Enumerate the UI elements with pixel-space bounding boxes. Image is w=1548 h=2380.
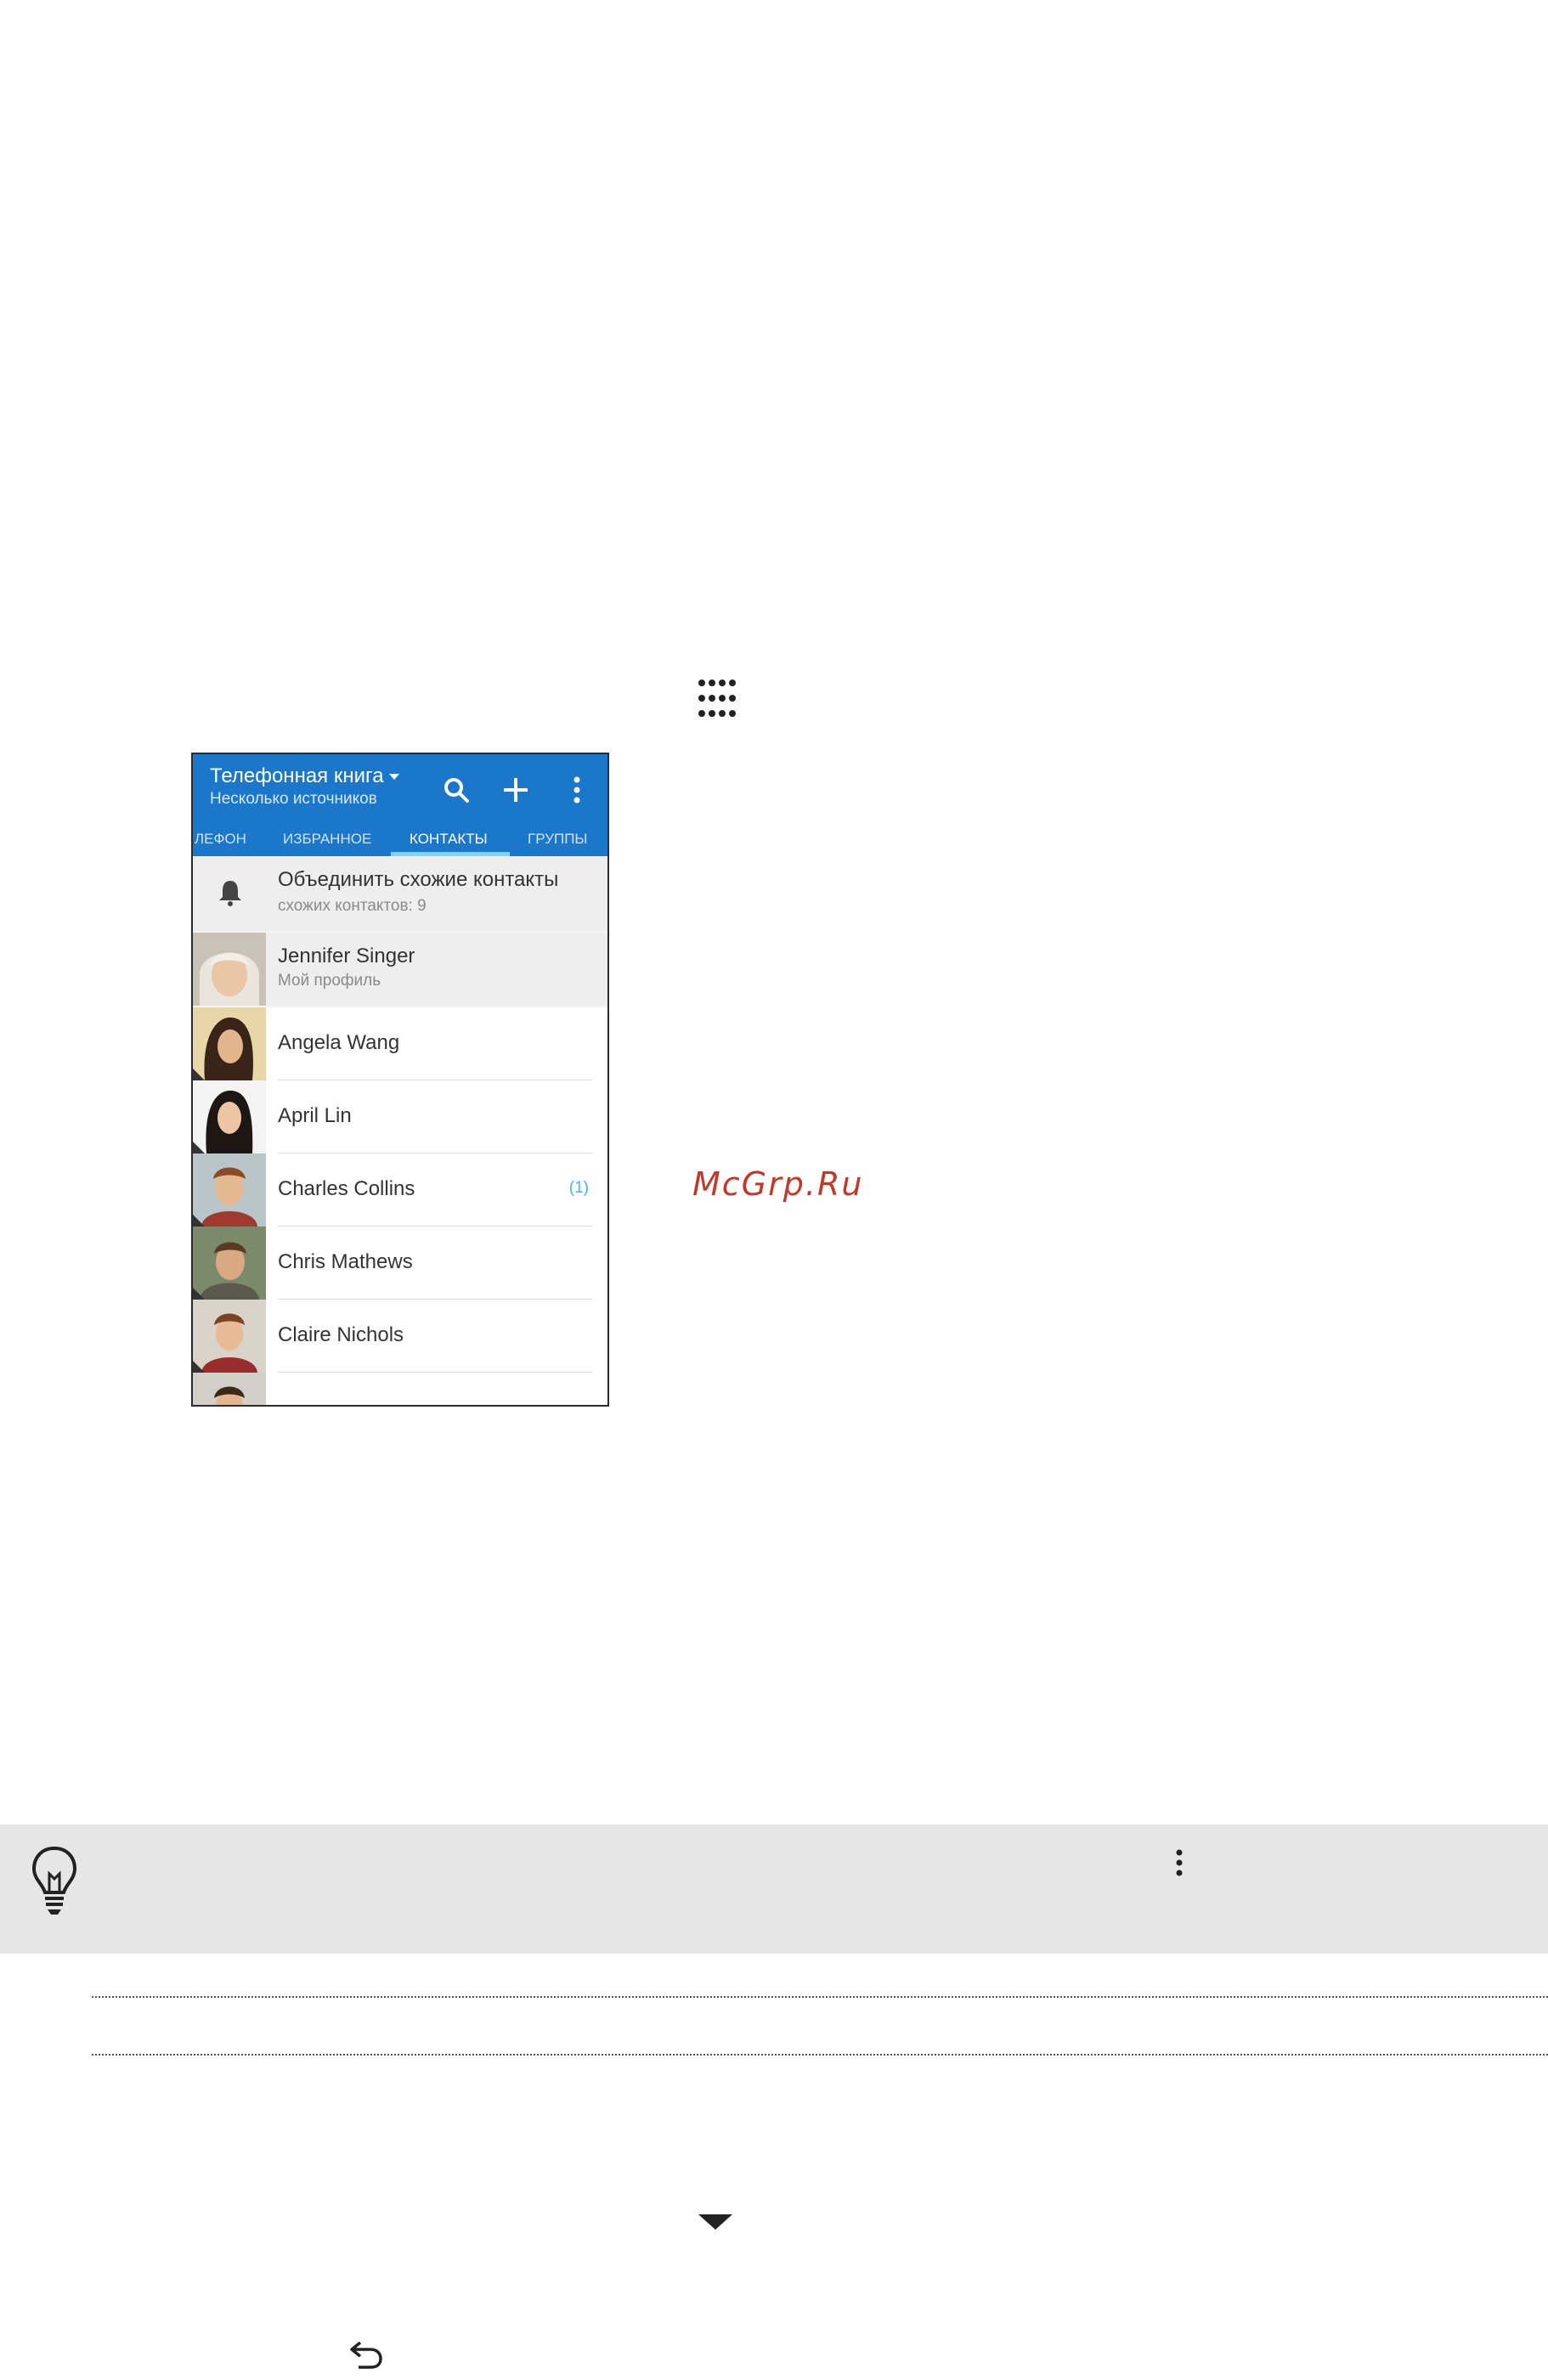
avatar — [193, 1007, 266, 1080]
contact-row[interactable]: Charles Collins (1) — [193, 1153, 607, 1227]
merge-suggestion-row[interactable]: Объединить схожие контакты схожих контак… — [193, 856, 607, 931]
contact-row[interactable]: Chris Mathews — [193, 1227, 607, 1300]
contact-name: Chris Mathews — [278, 1250, 413, 1273]
contact-name: Claire Nichols — [278, 1323, 404, 1346]
contact-name: April Lin — [278, 1104, 352, 1127]
kebab-icon — [1176, 1849, 1183, 1876]
merge-subtitle: схожих контактов: 9 — [278, 897, 427, 915]
tab-contacts[interactable]: КОНТАКТЫ — [410, 831, 488, 848]
search-icon[interactable] — [439, 773, 473, 807]
contact-badge: (1) — [568, 1179, 589, 1197]
phonebook-screenshot: Телефонная книга Несколько источников ЛЕ… — [191, 753, 609, 1407]
title-dropdown-icon — [388, 774, 399, 781]
tab-favorites[interactable]: ИЗБРАННОЕ — [283, 831, 371, 848]
tip-bar — [0, 1824, 1548, 1954]
app-title[interactable]: Телефонная книга — [210, 764, 399, 788]
avatar — [193, 1080, 266, 1153]
watermark: McGrp.Ru — [692, 1165, 864, 1203]
contact-row[interactable]: Angela Wang — [193, 1007, 607, 1080]
back-icon — [350, 2341, 382, 2369]
profile-subtitle: Мой профиль — [278, 972, 381, 990]
contact-row[interactable]: April Lin — [193, 1080, 607, 1153]
avatar — [193, 1300, 266, 1373]
contact-row-partial[interactable] — [193, 1373, 607, 1405]
avatar — [193, 1227, 266, 1300]
avatar — [193, 1153, 266, 1227]
avatar — [193, 1373, 266, 1405]
my-profile-row[interactable]: Jennifer Singer Мой профиль — [193, 933, 607, 1006]
app-bar: Телефонная книга Несколько источников ЛЕ… — [193, 754, 607, 856]
avatar — [193, 933, 266, 1006]
apps-grid-icon — [698, 680, 736, 717]
contact-name: Angela Wang — [278, 1031, 400, 1054]
more-options-icon[interactable] — [560, 773, 594, 807]
merge-title: Объединить схожие контакты — [278, 868, 559, 891]
contact-name: Charles Collins — [278, 1177, 415, 1200]
section-divider — [92, 1996, 1548, 1998]
lightbulb-icon — [31, 1846, 77, 1915]
tab-bar: ЛЕФОН ИЗБРАННОЕ КОНТАКТЫ ГРУППЫ — [193, 819, 607, 856]
tab-groups[interactable]: ГРУППЫ — [528, 831, 587, 848]
section-divider — [92, 2054, 1548, 2056]
add-contact-icon[interactable] — [499, 773, 533, 807]
tab-phone[interactable]: ЛЕФОН — [195, 831, 246, 848]
app-subtitle: Несколько источников — [210, 790, 377, 808]
profile-name: Jennifer Singer — [278, 945, 415, 967]
caret-down-icon — [698, 2214, 732, 2230]
contact-row[interactable]: Claire Nichols — [193, 1300, 607, 1373]
bell-icon — [219, 881, 241, 906]
